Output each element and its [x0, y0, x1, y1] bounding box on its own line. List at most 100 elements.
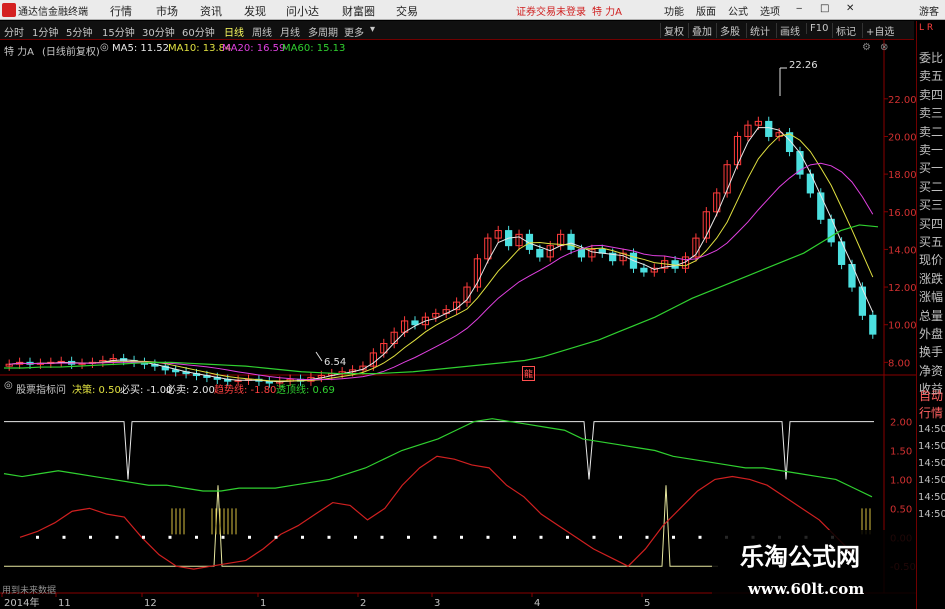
candle-body	[369, 352, 377, 367]
candle-body	[671, 260, 679, 269]
candle-body	[817, 192, 825, 220]
adjust-legend: (日线前复权)	[42, 47, 100, 58]
guest-label[interactable]: 游客	[919, 3, 939, 18]
candle-body	[432, 312, 440, 318]
decision-dot	[89, 535, 92, 539]
decision-dot	[645, 535, 649, 539]
low-marker-line	[315, 351, 323, 362]
menu-market[interactable]: 市场	[156, 3, 178, 19]
quote-label: 买五	[919, 235, 944, 249]
menu-layout[interactable]: 版面	[696, 3, 716, 18]
menu-function[interactable]: 功能	[664, 3, 684, 18]
period-tab-intraday[interactable]: 分时	[4, 24, 24, 39]
chart-settings-icon[interactable]: ⚙	[862, 42, 871, 53]
decision-dot	[566, 535, 569, 539]
candle-body	[151, 363, 159, 367]
ma20-legend: MA20: 16.59	[222, 43, 286, 54]
trend-line-value: 趋势线: -1.80	[214, 385, 277, 396]
ma5-line	[9, 127, 874, 383]
f10-button[interactable]: F10	[806, 23, 828, 34]
minimize-icon[interactable]: ‒	[796, 3, 802, 14]
login-status[interactable]: 证券交易未登录	[516, 3, 586, 18]
period-tab-multi[interactable]: 多周期	[308, 24, 338, 39]
more-dropdown-icon[interactable]: ▾	[370, 24, 375, 35]
auto-quote-toggle[interactable]: 行情	[919, 404, 945, 421]
quote-label: 现价	[919, 253, 944, 268]
candle-body	[140, 361, 149, 365]
price-tick-label: 16.00	[888, 208, 917, 219]
quote-label: 外盘	[919, 327, 944, 341]
candle-body	[494, 230, 502, 239]
candle-body	[182, 371, 190, 375]
decision-dot	[354, 535, 357, 539]
future-data-note: 用到未来数据	[2, 586, 57, 596]
candle-body	[765, 120, 773, 137]
chart-frame	[0, 40, 916, 594]
menu-formula[interactable]: 公式	[728, 3, 748, 18]
adjust-button[interactable]: 复权	[660, 23, 684, 38]
candle-body	[359, 365, 367, 371]
quote-label: 卖三	[919, 106, 944, 121]
indicator-tick-label: 1.00	[890, 475, 912, 486]
low-price-label: 6.54	[324, 357, 347, 368]
indicator-gear-icon[interactable]: ◎	[4, 380, 13, 391]
multi-stock-button[interactable]: 多股	[716, 23, 740, 38]
candle-body	[421, 316, 430, 326]
ma-gear-icon[interactable]: ◎	[100, 42, 109, 53]
overlay-button[interactable]: 叠加	[688, 23, 712, 38]
chart-canvas: 22.0020.0018.0016.0014.0012.0010.008.002…	[0, 40, 945, 609]
candle-body	[869, 314, 877, 335]
quote-label: 总量	[919, 308, 944, 323]
auto-quote-toggle[interactable]: 自动	[919, 387, 945, 404]
stock-name: 特 力A	[592, 7, 623, 18]
draw-line-button[interactable]: 画线	[776, 23, 800, 38]
decision-dot	[115, 535, 119, 539]
chart-close-icon[interactable]: ⊗	[880, 42, 888, 53]
period-tab-monthly[interactable]: 月线	[280, 24, 300, 39]
menu-trade[interactable]: 交易	[396, 3, 418, 19]
close-icon[interactable]: ✕	[846, 3, 854, 14]
ma5-legend: MA5: 11.52	[112, 43, 170, 54]
period-tab-15min[interactable]: 15分钟	[102, 24, 135, 39]
time-axis-label: 12	[144, 598, 157, 609]
price-tick-label: 12.00	[888, 283, 917, 294]
add-watchlist-button[interactable]: +自选	[862, 23, 894, 38]
period-tab-more[interactable]: 更多	[344, 24, 364, 39]
candle-body	[192, 373, 201, 377]
candle-body	[577, 248, 586, 258]
candle-body	[47, 361, 55, 364]
time-axis-label: 5	[644, 598, 650, 609]
price-tick-label: 20.00	[888, 132, 917, 143]
decision-dot	[142, 535, 145, 539]
menu-discover[interactable]: 发现	[244, 3, 266, 19]
quote-label: 买四	[919, 216, 944, 231]
menu-wealth[interactable]: 财富圈	[342, 3, 375, 19]
period-tab-1min[interactable]: 1分钟	[32, 24, 58, 39]
period-tab-60min[interactable]: 60分钟	[182, 24, 215, 39]
candle-body	[390, 331, 398, 345]
menu-news[interactable]: 资讯	[200, 3, 222, 19]
maximize-icon[interactable]: □	[820, 3, 829, 14]
dragon-marker-icon[interactable]: 龍	[522, 366, 536, 381]
candle-body	[650, 267, 658, 273]
candle-body	[525, 233, 534, 250]
menu-ask[interactable]: 问小达	[286, 3, 319, 19]
menu-options[interactable]: 选项	[760, 3, 780, 18]
menu-market-quotes[interactable]: 行情	[110, 3, 132, 19]
period-tab-30min[interactable]: 30分钟	[142, 24, 175, 39]
decision-dot	[513, 535, 516, 539]
candle-body	[858, 286, 867, 316]
stock-legend-name: 特 力A	[4, 47, 35, 58]
period-tab-weekly[interactable]: 周线	[252, 24, 272, 39]
panel-toggle-letters[interactable]: L R	[919, 23, 933, 33]
period-tab-5min[interactable]: 5分钟	[66, 24, 92, 39]
candle-body	[473, 258, 482, 288]
buy-signal-line	[4, 485, 718, 567]
candle-body	[348, 369, 357, 373]
candle-body	[328, 373, 336, 377]
statistics-button[interactable]: 统计	[746, 23, 770, 38]
candle-body	[57, 360, 65, 363]
ma20-line	[9, 162, 874, 381]
period-tab-daily[interactable]: 日线	[224, 24, 244, 39]
mark-button[interactable]: 标记	[832, 23, 856, 38]
